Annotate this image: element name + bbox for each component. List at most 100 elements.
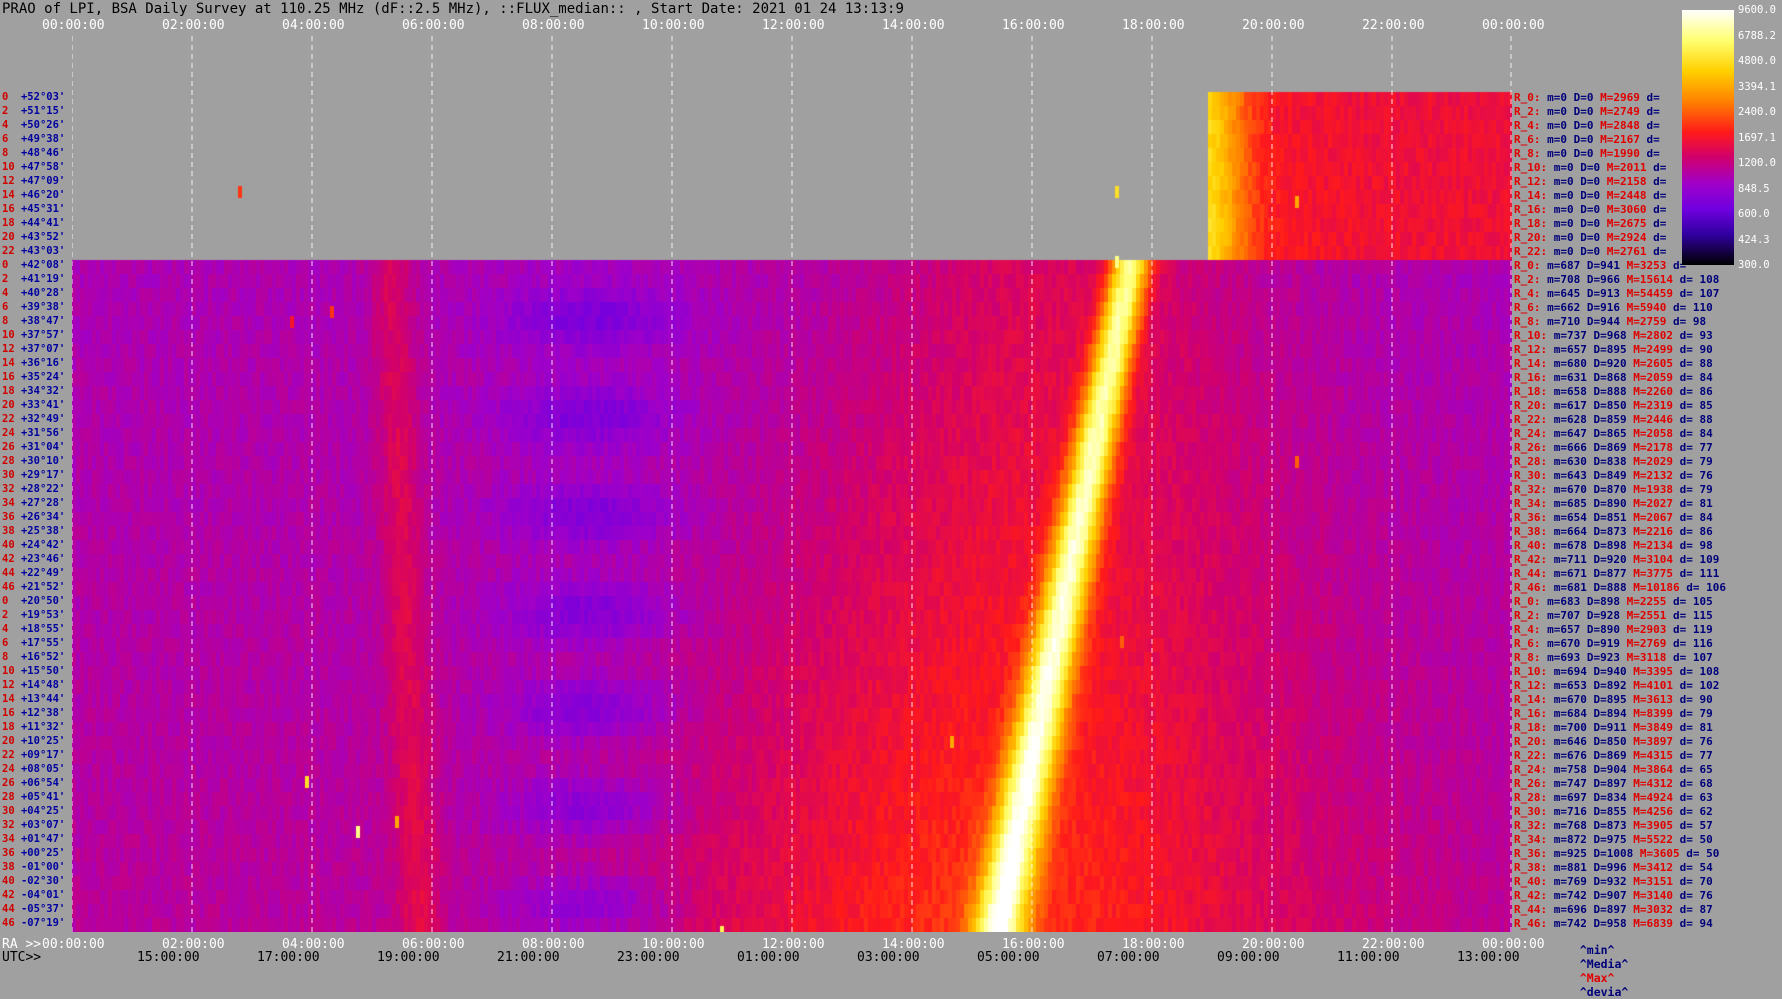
row-stat-field: m=742 (1553, 889, 1594, 902)
dec-value: +51°15' (14, 105, 66, 117)
row-stat-field: D=873 (1593, 525, 1634, 538)
dec-index: 42 (2, 889, 15, 901)
dec-label: 2 +41°19' (2, 274, 65, 285)
row-stat-field: M=54459 (1626, 287, 1680, 300)
dec-value: +46°20' (14, 189, 66, 201)
row-stat-field: d= 79 (1679, 483, 1713, 496)
dec-index: 8 (2, 651, 15, 663)
row-stat-field: d= 50 (1679, 833, 1713, 846)
row-stat-field: R_36: (1514, 847, 1554, 860)
dec-label: 18 +11°32' (2, 722, 65, 733)
dec-label: 16 +12°38' (2, 708, 65, 719)
row-stat-field: R_44: (1514, 903, 1554, 916)
dec-index: 14 (2, 693, 15, 705)
row-stat-field: M=3849 (1633, 721, 1680, 734)
dec-value: +21°52' (14, 581, 66, 593)
dec-label: 26 +31°04' (2, 442, 65, 453)
row-stat-field: R_4: (1514, 623, 1548, 636)
colorbar (1682, 10, 1734, 265)
dec-index: 26 (2, 441, 15, 453)
row-stat: R_2: m=707 D=928 M=2551 d= 115 (1514, 610, 1713, 622)
dec-value: +50°26' (14, 119, 66, 131)
row-stat-field: m=630 (1553, 455, 1594, 468)
row-stat: R_22: m=0 D=0 M=2761 d= (1514, 246, 1666, 258)
row-stat-field: D=851 (1593, 511, 1634, 524)
dec-label: 4 +18°55' (2, 624, 65, 635)
row-stat-field: M=4256 (1633, 805, 1680, 818)
row-stat: R_8: m=693 D=923 M=3118 d= 107 (1514, 652, 1713, 664)
dec-label: 4 +50°26' (2, 120, 65, 131)
dec-index: 32 (2, 819, 15, 831)
row-stat-field: M=3395 (1633, 665, 1680, 678)
row-stat-field: R_46: (1514, 917, 1554, 930)
row-stat-field: m=670 (1547, 637, 1587, 650)
dec-value: +05°41' (14, 791, 66, 803)
dec-value: +26°34' (14, 511, 66, 523)
dec-label: 28 +30°10' (2, 456, 65, 467)
row-stat-field: R_6: (1514, 637, 1548, 650)
row-stat-field: d= 79 (1679, 455, 1713, 468)
dec-index: 46 (2, 917, 15, 929)
row-stat-field: D=888 (1593, 385, 1634, 398)
dec-label: 10 +37°57' (2, 330, 65, 341)
row-stat-field: d= 98 (1679, 539, 1713, 552)
dec-value: +22°49' (14, 567, 66, 579)
dec-label: 36 +26°34' (2, 512, 65, 523)
row-stat-field: R_20: (1514, 231, 1554, 244)
row-stat-field: M=2759 (1626, 315, 1673, 328)
row-stat-field: R_12: (1514, 343, 1554, 356)
row-stat-field: D=834 (1593, 791, 1634, 804)
row-stat-field: d= 90 (1679, 343, 1713, 356)
dec-label: 8 +38°47' (2, 316, 65, 327)
chart-title: PRAO of LPI, BSA Daily Survey at 110.25 … (2, 1, 904, 17)
top-tick-label: 10:00:00 (642, 18, 705, 33)
dec-label: 26 +06°54' (2, 778, 65, 789)
row-stat-field: M=2059 (1633, 371, 1680, 384)
row-stat-field: R_0: (1514, 595, 1548, 608)
row-stat-field: M=15614 (1626, 273, 1680, 286)
row-stat-field: M=3605 (1639, 847, 1687, 860)
row-stat-field: d= 108 (1679, 665, 1720, 678)
dec-index: 8 (2, 315, 15, 327)
row-stat-field: m=658 (1553, 385, 1594, 398)
row-stat-field: D=968 (1593, 329, 1634, 342)
row-stat-field: m=683 (1547, 595, 1587, 608)
row-stat: R_6: m=670 D=919 M=2769 d= 116 (1514, 638, 1713, 650)
row-stat: R_16: m=684 D=894 M=8399 d= 79 (1514, 708, 1713, 720)
dec-value: +43°03' (14, 245, 66, 257)
row-stat: R_32: m=768 D=873 M=3905 d= 57 (1514, 820, 1713, 832)
row-stat-field: d= 87 (1679, 903, 1713, 916)
row-stat-field: d= 77 (1679, 749, 1713, 762)
row-stat-field: M=2134 (1633, 539, 1680, 552)
row-stat-field: m=657 (1547, 623, 1587, 636)
row-stat-field: R_8: (1514, 147, 1548, 160)
top-tick-label: 20:00:00 (1242, 18, 1305, 33)
top-tick-label: 22:00:00 (1362, 18, 1425, 33)
dec-index: 12 (2, 175, 15, 187)
row-stat: R_42: m=711 D=920 M=3104 d= 109 (1514, 554, 1719, 566)
row-stat: R_0: m=683 D=898 M=2255 d= 105 (1514, 596, 1713, 608)
row-stat-field: d= 105 (1672, 595, 1713, 608)
row-stat-field: M=2675 (1606, 217, 1654, 230)
dec-label: 14 +13°44' (2, 694, 65, 705)
bottom-utc-tick-label: 17:00:00 (257, 950, 320, 965)
dec-index: 0 (2, 595, 15, 607)
row-stat-field: R_38: (1514, 525, 1554, 538)
row-stat: R_24: m=647 D=865 M=2058 d= 84 (1514, 428, 1713, 440)
row-stat-field: m=678 (1553, 539, 1594, 552)
dec-index: 34 (2, 833, 15, 845)
dec-value: +49°38' (14, 133, 66, 145)
row-stat-field: D=855 (1593, 805, 1634, 818)
row-stat-field: R_2: (1514, 273, 1548, 286)
row-stat-field: R_8: (1514, 315, 1548, 328)
row-stat-field: m=685 (1553, 497, 1594, 510)
row-stat-field: d= 116 (1672, 637, 1713, 650)
row-stat-field: R_16: (1514, 371, 1554, 384)
row-stat-field: M=3613 (1633, 693, 1680, 706)
dec-index: 12 (2, 679, 15, 691)
dec-index: 18 (2, 217, 15, 229)
row-stat-field: D=888 (1593, 581, 1634, 594)
row-stat-field: d= 63 (1679, 791, 1713, 804)
row-stat-field: M=2216 (1633, 525, 1680, 538)
row-stat-field: d= 54 (1679, 861, 1713, 874)
